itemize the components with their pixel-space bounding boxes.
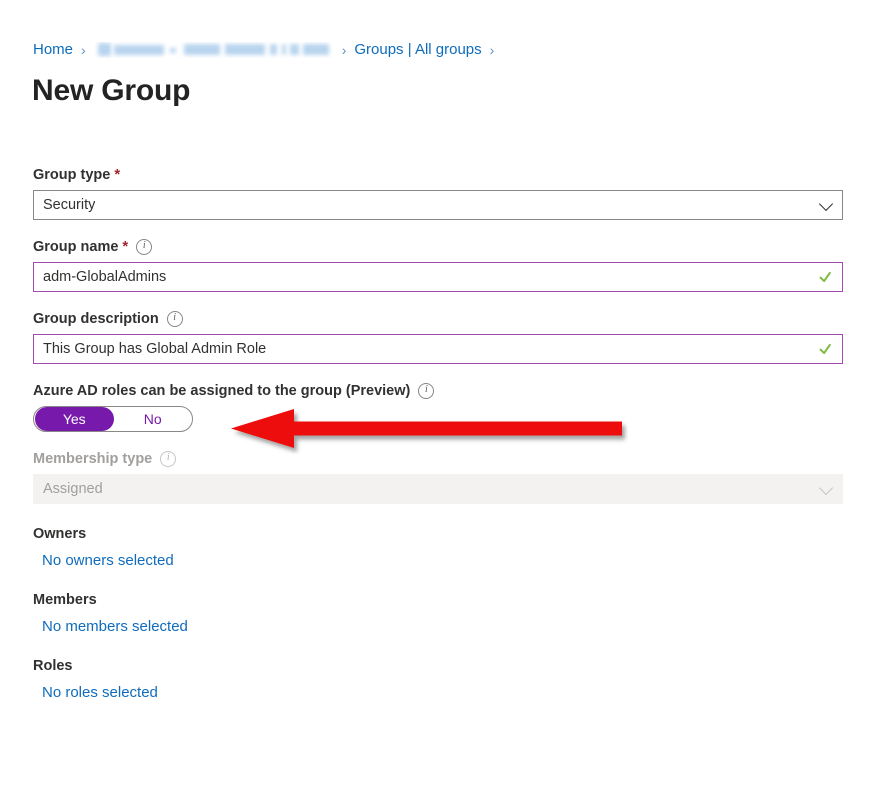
field-group-type: Group type * Security	[33, 166, 843, 220]
breadcrumb-item-home[interactable]: Home	[33, 40, 73, 60]
membership-type-value: Assigned	[43, 481, 103, 497]
membership-type-label-text: Membership type	[33, 451, 153, 467]
group-type-value: Security	[43, 197, 96, 213]
section-roles: Roles No roles selected	[33, 658, 843, 702]
section-owners: Owners No owners selected	[33, 526, 843, 570]
toggle-option-no[interactable]: No	[114, 407, 193, 431]
group-description-input[interactable]: This Group has Global Admin Role	[33, 334, 843, 364]
chevron-down-icon	[818, 196, 834, 212]
field-azure-ad-roles: Azure AD roles can be assigned to the gr…	[33, 382, 843, 432]
checkmark-icon	[818, 343, 832, 355]
group-name-label: Group name *	[33, 238, 843, 256]
group-name-label-text: Group name	[33, 239, 119, 255]
breadcrumb-item-groups[interactable]: Groups | All groups	[354, 40, 481, 60]
membership-type-dropdown: Assigned	[33, 474, 843, 504]
section-members: Members No members selected	[33, 592, 843, 636]
roles-title: Roles	[33, 658, 73, 674]
azure-ad-roles-toggle[interactable]: Yes No	[33, 406, 193, 432]
breadcrumb: Home › › Groups | All groups ›	[33, 40, 502, 60]
field-group-description: Group description This Group has Global …	[33, 310, 843, 364]
group-description-value: This Group has Global Admin Role	[43, 341, 267, 357]
roles-selection-link[interactable]: No roles selected	[42, 684, 158, 701]
group-type-dropdown[interactable]: Security	[33, 190, 843, 220]
azure-ad-roles-label-text: Azure AD roles can be assigned to the gr…	[33, 383, 411, 399]
group-name-input[interactable]: adm-GlobalAdmins	[33, 262, 843, 292]
new-group-form: Group type * Security Group name * adm-G…	[33, 166, 843, 702]
required-asterisk: *	[114, 166, 121, 183]
checkmark-icon	[818, 271, 832, 283]
info-icon[interactable]	[160, 451, 177, 467]
required-asterisk: *	[122, 238, 129, 255]
membership-type-label: Membership type	[33, 450, 843, 468]
breadcrumb-separator-icon-2: ›	[341, 42, 347, 58]
page-title: New Group	[32, 74, 191, 107]
info-icon[interactable]	[418, 383, 435, 399]
field-membership-type: Membership type Assigned	[33, 450, 843, 504]
group-name-value: adm-GlobalAdmins	[43, 269, 167, 285]
field-group-name: Group name * adm-GlobalAdmins	[33, 238, 843, 292]
toggle-option-yes[interactable]: Yes	[35, 407, 114, 431]
members-title: Members	[33, 592, 97, 608]
members-selection-link[interactable]: No members selected	[42, 618, 188, 635]
group-description-label: Group description	[33, 310, 843, 328]
info-icon[interactable]	[166, 311, 183, 327]
breadcrumb-separator-icon: ›	[81, 42, 86, 58]
info-icon[interactable]	[136, 239, 153, 255]
owners-selection-link[interactable]: No owners selected	[42, 552, 174, 569]
breadcrumb-item-tenant-redacted[interactable]	[94, 42, 334, 58]
group-description-label-text: Group description	[33, 311, 159, 327]
azure-ad-roles-label: Azure AD roles can be assigned to the gr…	[33, 382, 843, 400]
breadcrumb-separator-icon-3: ›	[489, 42, 495, 58]
chevron-down-icon	[818, 480, 834, 496]
group-type-label: Group type *	[33, 166, 843, 184]
owners-title: Owners	[33, 526, 87, 542]
group-type-label-text: Group type	[33, 167, 111, 183]
